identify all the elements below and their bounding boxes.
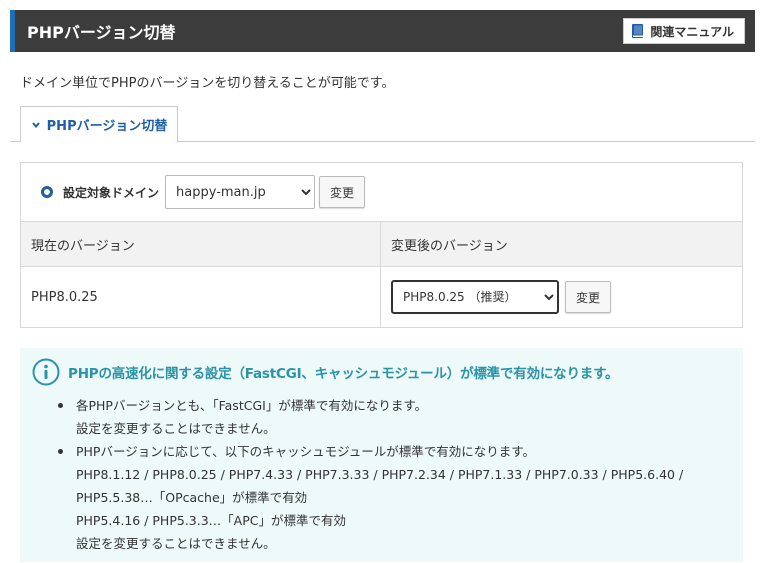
info-item2-line3: PHP5.5.38…「OPcache」が標準で有効 bbox=[76, 490, 308, 505]
new-version-header: 変更後のバージョン bbox=[381, 222, 742, 267]
current-version-header: 現在のバージョン bbox=[21, 222, 381, 267]
list-item: PHPバージョンに応じて、以下のキャッシュモジュールが標準で有効になります。 P… bbox=[58, 440, 731, 555]
version-panel: 設定対象ドメイン happy-man.jp 変更 現在のバージョン 変更後のバー… bbox=[20, 162, 743, 328]
list-item: 各PHPバージョンとも、「FastCGI」が標準で有効になります。 設定を変更す… bbox=[58, 394, 731, 440]
php-version-select[interactable]: PHP8.0.25 （推奨） bbox=[391, 280, 559, 314]
info-item2-line4: PHP5.4.16 / PHP5.3.3…「APC」が標準で有効 bbox=[76, 513, 346, 528]
book-icon bbox=[632, 24, 644, 38]
info-item2-line5: 設定を変更することはできません。 bbox=[76, 536, 276, 551]
version-table: 現在のバージョン 変更後のバージョン PHP8.0.25 PHP8.0.25 （… bbox=[21, 222, 742, 327]
domain-change-button[interactable]: 変更 bbox=[319, 176, 366, 208]
info-item1-line2: 設定を変更することはできません。 bbox=[76, 421, 276, 436]
tab-bar: PHPバージョン切替 bbox=[10, 106, 755, 143]
info-title: PHPの高速化に関する設定（FastCGI、キャッシュモジュール）が標準で有効に… bbox=[68, 366, 619, 382]
info-list: 各PHPバージョンとも、「FastCGI」が標準で有効になります。 設定を変更す… bbox=[32, 394, 731, 555]
page-header: PHPバージョン切替 関連マニュアル bbox=[10, 10, 755, 52]
info-icon bbox=[32, 358, 60, 386]
domain-row: 設定対象ドメイン happy-man.jp 変更 bbox=[21, 163, 742, 222]
current-version-value: PHP8.0.25 bbox=[21, 267, 381, 327]
info-item1-line1: 各PHPバージョンとも、「FastCGI」が標準で有効になります。 bbox=[76, 398, 428, 413]
tab-label: PHPバージョン切替 bbox=[46, 119, 168, 134]
related-manual-button[interactable]: 関連マニュアル bbox=[623, 18, 745, 44]
intro-text: ドメイン単位でPHPのバージョンを切り替えることが可能です。 bbox=[20, 76, 395, 91]
radio-icon bbox=[41, 186, 53, 198]
domain-label: 設定対象ドメイン bbox=[63, 185, 160, 200]
info-box: PHPの高速化に関する設定（FastCGI、キャッシュモジュール）が標準で有効に… bbox=[20, 348, 743, 562]
info-item2-line1: PHPバージョンに応じて、以下のキャッシュモジュールが標準で有効になります。 bbox=[76, 444, 535, 459]
tab-php-version[interactable]: PHPバージョン切替 bbox=[20, 106, 178, 143]
info-title-row: PHPの高速化に関する設定（FastCGI、キャッシュモジュール）が標準で有効に… bbox=[32, 358, 731, 386]
chevron-down-icon bbox=[31, 121, 40, 128]
info-item2-line2: PHP8.1.12 / PHP8.0.25 / PHP7.4.33 / PHP7… bbox=[76, 467, 684, 482]
new-version-cell: PHP8.0.25 （推奨） 変更 bbox=[381, 267, 742, 327]
related-manual-label: 関連マニュアル bbox=[650, 24, 734, 39]
domain-select[interactable]: happy-man.jp bbox=[165, 175, 316, 209]
version-change-button[interactable]: 変更 bbox=[565, 281, 612, 313]
page-title: PHPバージョン切替 bbox=[27, 23, 176, 42]
